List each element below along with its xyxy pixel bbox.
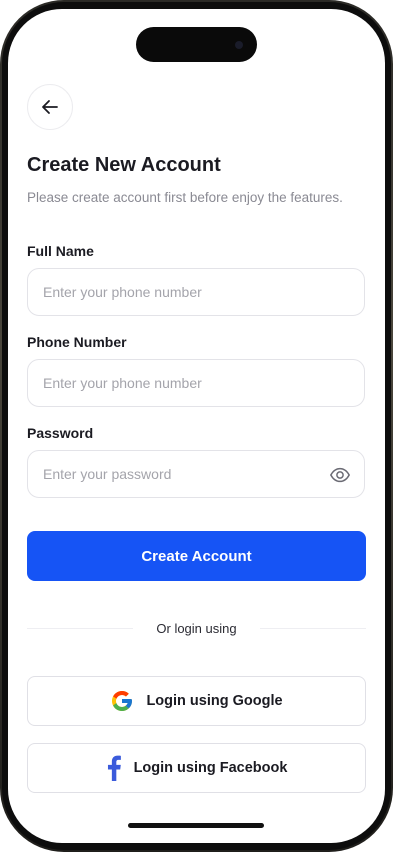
facebook-login-button[interactable]: Login using Facebook bbox=[27, 743, 366, 793]
phone-number-label: Phone Number bbox=[27, 334, 127, 350]
facebook-icon bbox=[107, 755, 121, 781]
facebook-login-label: Login using Facebook bbox=[133, 760, 288, 776]
divider-right bbox=[260, 628, 366, 629]
phone-number-field-container bbox=[27, 359, 365, 407]
camera-lens bbox=[235, 41, 243, 49]
arrow-left-icon bbox=[42, 100, 58, 114]
google-login-label: Login using Google bbox=[146, 693, 283, 709]
page-title: Create New Account bbox=[27, 154, 221, 176]
full-name-field-container bbox=[27, 268, 365, 316]
google-login-button[interactable]: Login using Google bbox=[27, 676, 366, 726]
google-icon bbox=[112, 691, 133, 711]
home-indicator bbox=[128, 823, 264, 828]
full-name-input[interactable] bbox=[43, 269, 323, 315]
page-subtitle: Please create account first before enjoy… bbox=[27, 190, 343, 205]
eye-icon bbox=[329, 467, 351, 483]
dynamic-island bbox=[136, 27, 257, 62]
password-input[interactable] bbox=[43, 451, 323, 497]
password-field-container bbox=[27, 450, 365, 498]
password-visibility-toggle[interactable] bbox=[328, 463, 352, 487]
full-name-label: Full Name bbox=[27, 243, 94, 259]
phone-number-input[interactable] bbox=[43, 360, 323, 406]
back-button[interactable] bbox=[27, 84, 73, 130]
create-account-button[interactable]: Create Account bbox=[27, 531, 366, 581]
password-label: Password bbox=[27, 425, 94, 441]
